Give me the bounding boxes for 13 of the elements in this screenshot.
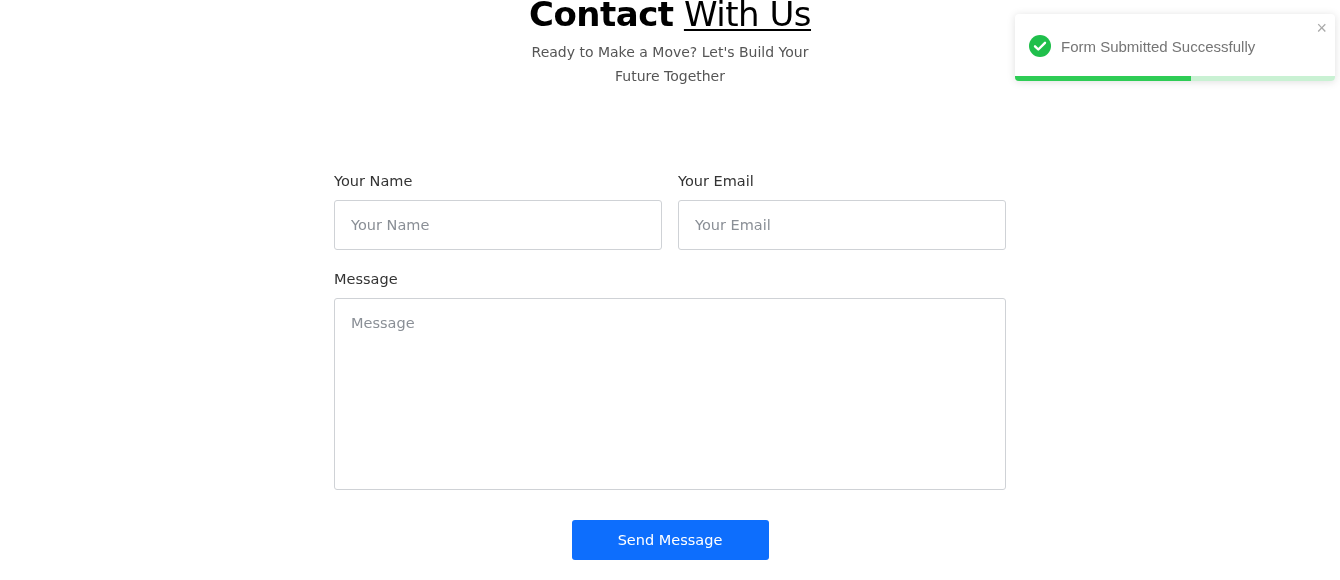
field-label: Your Name xyxy=(334,172,414,190)
heading-text: Contact xyxy=(528,0,674,34)
subtitle: Ready to Make a Move? Let's Build Your Future Together xyxy=(530,43,810,86)
toast-message: Form Submitted Successfully xyxy=(1061,37,1256,55)
input-field[interactable]: Your Name xyxy=(334,200,662,250)
check-circle-icon xyxy=(1029,35,1051,57)
field-label: Message xyxy=(334,270,399,288)
heading-link[interactable]: With Us xyxy=(683,0,811,34)
send-button[interactable]: Send Message xyxy=(571,520,769,560)
input-field[interactable]: Your Email xyxy=(678,200,1006,250)
close-button[interactable]: × xyxy=(1316,18,1327,39)
field-label: Your Email xyxy=(678,172,755,190)
message-field[interactable]: Message xyxy=(334,298,1006,490)
